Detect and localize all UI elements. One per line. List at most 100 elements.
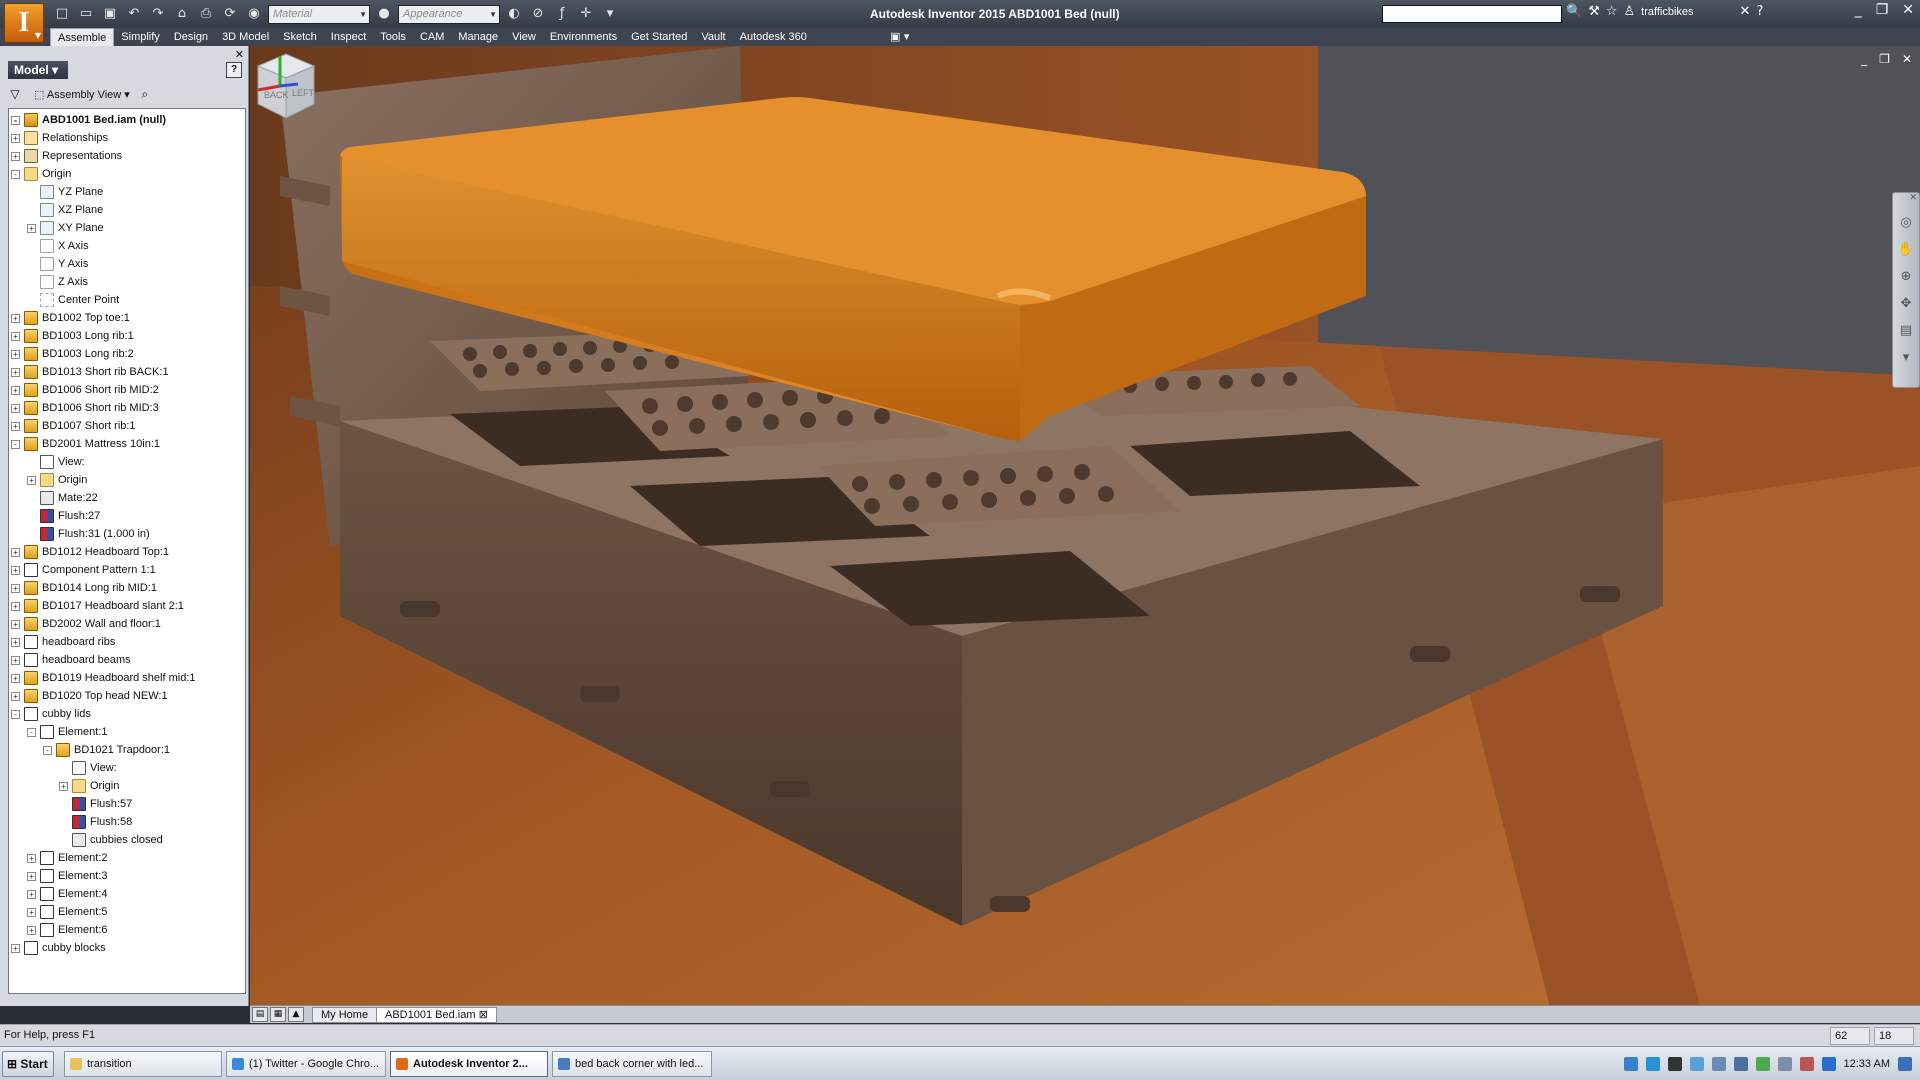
ribbon-display-toggle-icon[interactable]: ▣ ▾: [890, 30, 909, 43]
tree-node[interactable]: + BD1003 Long rib:2: [9, 345, 245, 363]
bluetooth-icon[interactable]: [1821, 1057, 1836, 1071]
tree-node[interactable]: - Element:1: [9, 723, 245, 741]
tree-node[interactable]: X Axis: [9, 237, 245, 255]
close-icon[interactable]: ⊠: [479, 1009, 488, 1021]
expand-icon[interactable]: +: [11, 673, 20, 683]
ribbon-tab-view[interactable]: View: [505, 28, 543, 46]
tree-node[interactable]: XZ Plane: [9, 201, 245, 219]
expand-icon[interactable]: +: [27, 889, 36, 899]
collapse-icon[interactable]: -: [11, 169, 20, 179]
expand-icon[interactable]: +: [11, 601, 20, 611]
sync-icon[interactable]: [1689, 1057, 1704, 1071]
tree-node[interactable]: + headboard ribs: [9, 633, 245, 651]
ribbon-tab-design[interactable]: Design: [167, 28, 215, 46]
zoom-icon[interactable]: ⊕: [1901, 269, 1912, 284]
tab-bed-assembly[interactable]: ABD1001 Bed.iam ⊠: [376, 1007, 497, 1023]
print-icon[interactable]: ⎙: [196, 4, 216, 24]
pan-icon[interactable]: ✋: [1898, 242, 1914, 257]
expand-icon[interactable]: +: [11, 637, 20, 647]
ribbon-tab-cam[interactable]: CAM: [413, 28, 451, 46]
collapse-icon[interactable]: -: [11, 115, 20, 125]
ribbon-tab-3d-model[interactable]: 3D Model: [215, 28, 276, 46]
expand-icon[interactable]: +: [11, 565, 20, 575]
collapse-icon[interactable]: -: [11, 709, 20, 719]
parameters-icon[interactable]: ƒ: [552, 4, 572, 24]
customize-icon[interactable]: ▾: [1903, 350, 1910, 365]
menu-icon[interactable]: ▲: [288, 1007, 304, 1022]
ribbon-tab-simplify[interactable]: Simplify: [114, 28, 167, 46]
expand-icon[interactable]: +: [11, 151, 20, 161]
ribbon-tab-vault[interactable]: Vault: [694, 28, 732, 46]
expand-icon[interactable]: +: [27, 871, 36, 881]
task-image-viewer[interactable]: bed back corner with led...: [552, 1051, 712, 1077]
appearance-sphere-icon[interactable]: ●: [374, 4, 394, 24]
minimize-icon[interactable]: _: [1855, 2, 1862, 18]
ribbon-tab-manage[interactable]: Manage: [451, 28, 505, 46]
tree-node[interactable]: + Element:5: [9, 903, 245, 921]
restore-icon[interactable]: ❐: [1879, 52, 1890, 66]
home-icon[interactable]: ⌂: [172, 4, 192, 24]
expand-icon[interactable]: +: [11, 691, 20, 701]
ribbon-tab-sketch[interactable]: Sketch: [276, 28, 324, 46]
tree-node[interactable]: + BD1006 Short rib MID:3: [9, 399, 245, 417]
drive-icon[interactable]: [1711, 1057, 1726, 1071]
expand-icon[interactable]: +: [11, 547, 20, 557]
tree-node[interactable]: - cubby lids: [9, 705, 245, 723]
restore-icon[interactable]: ❐: [1876, 2, 1889, 18]
autodesk-icon[interactable]: [1645, 1057, 1660, 1071]
search-icon[interactable]: 🔍: [1566, 4, 1582, 19]
expand-icon[interactable]: +: [11, 367, 20, 377]
tree-node[interactable]: + BD1002 Top toe:1: [9, 309, 245, 327]
ribbon-tab-environments[interactable]: Environments: [543, 28, 624, 46]
tile-icon[interactable]: ▤: [252, 1007, 268, 1022]
expand-icon[interactable]: +: [27, 853, 36, 863]
tree-node[interactable]: + headboard beams: [9, 651, 245, 669]
help-search-input[interactable]: [1382, 5, 1562, 23]
task-chrome-twitter[interactable]: (1) Twitter - Google Chro...: [226, 1051, 386, 1077]
tree-node[interactable]: + BD2002 Wall and floor:1: [9, 615, 245, 633]
help-icon[interactable]: ?: [1756, 4, 1763, 19]
favorites-icon[interactable]: ☆: [1606, 4, 1618, 19]
tree-node[interactable]: + BD1020 Top head NEW:1: [9, 687, 245, 705]
tree-node[interactable]: Flush:58: [9, 813, 245, 831]
expand-icon[interactable]: +: [11, 313, 20, 323]
user-name[interactable]: trafficbikes: [1641, 6, 1693, 18]
select-icon[interactable]: ◉: [244, 4, 264, 24]
save-icon[interactable]: ▣: [100, 4, 120, 24]
find-icon[interactable]: ⌕: [136, 85, 154, 103]
tab-my-home[interactable]: My Home: [312, 1007, 378, 1023]
tree-node[interactable]: - BD2001 Mattress 10in:1: [9, 435, 245, 453]
tree-node[interactable]: + cubby blocks: [9, 939, 245, 957]
expand-icon[interactable]: +: [11, 583, 20, 593]
expand-icon[interactable]: +: [11, 421, 20, 431]
tree-node[interactable]: + BD1017 Headboard slant 2:1: [9, 597, 245, 615]
tree-node[interactable]: + BD1012 Headboard Top:1: [9, 543, 245, 561]
expand-icon[interactable]: +: [27, 907, 36, 917]
appearance-combo[interactable]: Appearance ▼: [398, 4, 500, 24]
tree-node[interactable]: + XY Plane: [9, 219, 245, 237]
tree-node[interactable]: Flush:31 (1.000 in): [9, 525, 245, 543]
ribbon-tab-tools[interactable]: Tools: [373, 28, 413, 46]
ribbon-tab-get-started[interactable]: Get Started: [624, 28, 694, 46]
tree-node[interactable]: + Element:6: [9, 921, 245, 939]
tree-node[interactable]: - ABD1001 Bed.iam (null): [9, 111, 245, 129]
volume-icon[interactable]: [1777, 1057, 1792, 1071]
exchange-icon[interactable]: ✕: [1740, 4, 1751, 19]
expand-icon[interactable]: +: [11, 331, 20, 341]
help-icon[interactable]: ?: [226, 62, 242, 78]
graphics-viewport[interactable]: _ ❐ ✕ BACK LEFT ✕ ◎ ✋ ⊕ ✥ ▤ ▾: [250, 46, 1920, 1006]
ribbon-tab-autodesk-360[interactable]: Autodesk 360: [733, 28, 814, 46]
expand-icon[interactable]: +: [11, 133, 20, 143]
tree-node[interactable]: + BD1014 Long rib MID:1: [9, 579, 245, 597]
cascade-icon[interactable]: ▦: [270, 1007, 286, 1022]
tree-node[interactable]: + BD1006 Short rib MID:2: [9, 381, 245, 399]
tree-node[interactable]: + BD1013 Short rib BACK:1: [9, 363, 245, 381]
task-inventor[interactable]: Autodesk Inventor 2...: [390, 1051, 548, 1077]
security-icon[interactable]: [1755, 1057, 1770, 1071]
tree-node[interactable]: + Element:2: [9, 849, 245, 867]
tree-node[interactable]: + BD1007 Short rib:1: [9, 417, 245, 435]
notifications-icon[interactable]: [1898, 1057, 1912, 1071]
start-button[interactable]: ⊞ Start: [2, 1051, 54, 1077]
clock[interactable]: 12:33 AM: [1844, 1058, 1890, 1070]
close-icon[interactable]: ✕: [1902, 2, 1914, 18]
